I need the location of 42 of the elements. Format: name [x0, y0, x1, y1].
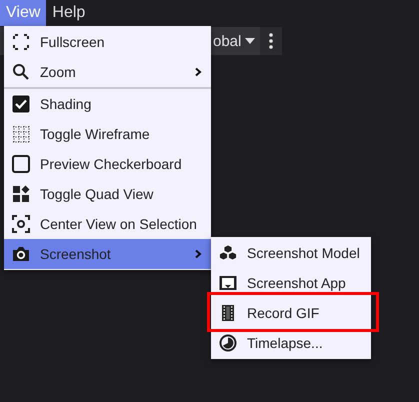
- menu-item[interactable]: Shading: [4, 89, 211, 119]
- menu-item-label: Timelapse...: [247, 335, 324, 351]
- checkbox[interactable]: [12, 95, 30, 113]
- menu-item-label: Toggle Wireframe: [40, 126, 151, 142]
- cubes-icon: [219, 244, 237, 262]
- menu-item[interactable]: Toggle Quad View: [4, 179, 211, 209]
- quad-view-icon: [12, 185, 30, 203]
- menu-item[interactable]: Timelapse...: [211, 328, 371, 358]
- kebab-icon: [269, 33, 273, 49]
- menu-item[interactable]: Screenshot App: [211, 268, 371, 298]
- menu-item-label: Center View on Selection: [40, 216, 198, 232]
- menu-item[interactable]: Record GIF: [211, 298, 371, 328]
- camera-icon: [12, 245, 30, 263]
- menu-item[interactable]: Screenshot: [4, 239, 211, 269]
- menu-title[interactable]: View: [0, 0, 46, 26]
- menu-item-label: Record GIF: [247, 305, 320, 321]
- menu-item-label: Screenshot: [40, 246, 112, 262]
- menu-item[interactable]: Preview Checkerboard: [4, 149, 211, 179]
- menu-item-label: Shading: [40, 96, 92, 112]
- film-strip-icon: [219, 304, 237, 322]
- menu-item[interactable]: Center View on Selection: [4, 209, 211, 239]
- menu-item[interactable]: Zoom: [4, 57, 211, 87]
- menu-item-label: Toggle Quad View: [40, 186, 154, 202]
- menu-item-label: Screenshot App: [247, 275, 347, 291]
- timelapse-icon: [219, 334, 237, 352]
- app-window-icon: [219, 274, 237, 292]
- checkbox[interactable]: [12, 155, 30, 173]
- menu-item-label: Zoom: [40, 64, 77, 80]
- focus-icon: [12, 215, 30, 233]
- caret-icon: [245, 38, 256, 44]
- menu-title[interactable]: Help: [46, 0, 92, 26]
- menu-item-label: Fullscreen: [40, 34, 106, 50]
- more-button[interactable]: [260, 27, 282, 55]
- menu-item-label: Screenshot Model: [247, 245, 361, 261]
- search-icon: [12, 63, 30, 81]
- dropdown[interactable]: obal: [213, 27, 256, 55]
- menu-item-label: Preview Checkerboard: [40, 156, 183, 172]
- dotted-grid-icon: [12, 125, 30, 143]
- menu-item[interactable]: Toggle Wireframe: [4, 119, 211, 149]
- menu-item[interactable]: Fullscreen: [4, 27, 211, 57]
- menu-item[interactable]: Screenshot Model: [211, 238, 371, 268]
- fullscreen-icon: [12, 33, 30, 51]
